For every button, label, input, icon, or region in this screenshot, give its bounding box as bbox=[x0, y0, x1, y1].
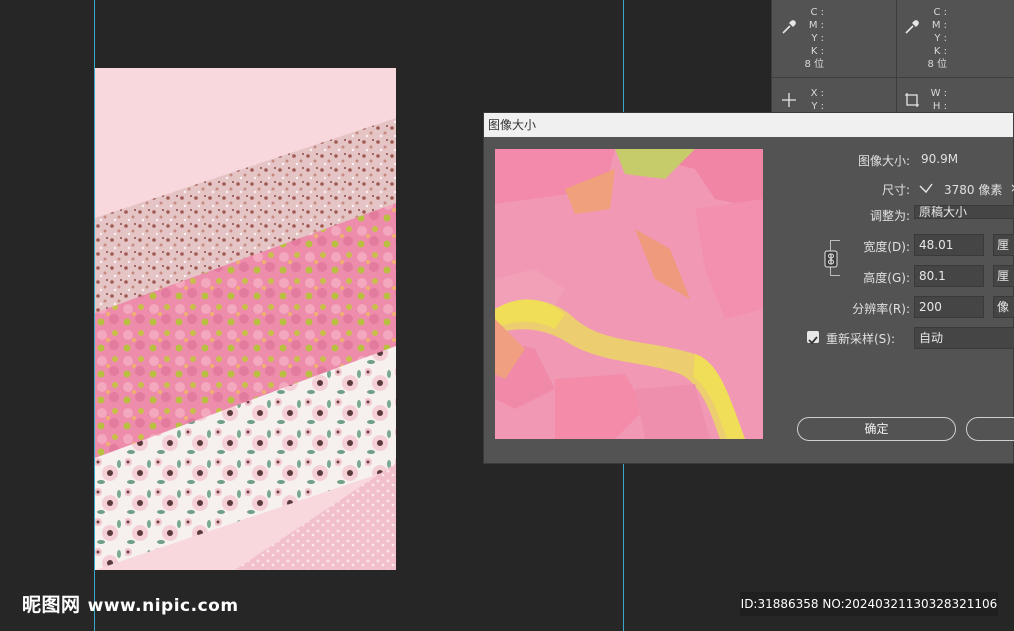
c-label: C : bbox=[810, 7, 824, 18]
cancel-button[interactable] bbox=[966, 417, 1014, 441]
bit-depth-label: 8 位 bbox=[804, 59, 824, 70]
bit-depth-label: 8 位 bbox=[927, 59, 947, 70]
fit-to-label: 调整为: bbox=[869, 209, 910, 223]
m-label: M : bbox=[808, 20, 824, 31]
image-size-value: 90.9M bbox=[921, 152, 959, 166]
w-label: W : bbox=[930, 88, 947, 99]
info-panel-divider bbox=[896, 0, 897, 112]
resolution-label: 分辨率(R): bbox=[852, 302, 910, 316]
eyedropper-icon[interactable] bbox=[780, 18, 798, 36]
canvas-artwork[interactable] bbox=[95, 68, 396, 570]
height-unit-select[interactable]: 厘 bbox=[993, 265, 1014, 287]
c-label: C : bbox=[933, 7, 947, 18]
site-watermark: 昵图网 www.nipic.com bbox=[22, 590, 239, 617]
site-url: www.nipic.com bbox=[87, 596, 239, 616]
cmyk-readout-left: C : M : Y : K : 8 位 bbox=[800, 6, 824, 71]
image-id-watermark: ID:31886358 NO:20240321130328321106 bbox=[740, 592, 998, 616]
dialog-title[interactable]: 图像大小 bbox=[484, 113, 1013, 137]
crosshair-icon bbox=[782, 93, 796, 107]
resample-select[interactable]: 自动 bbox=[914, 327, 1014, 349]
wh-readout: W : H : bbox=[923, 87, 947, 113]
dimensions-value: 3780 像素 bbox=[944, 183, 1003, 197]
artwork-image bbox=[95, 68, 396, 570]
info-panel: C : M : Y : K : 8 位 C : M : Y : K : 8 位 … bbox=[771, 0, 1014, 112]
height-input[interactable]: 80.1 bbox=[914, 265, 984, 287]
width-label: 宽度(D): bbox=[863, 240, 910, 254]
image-size-dialog: 图像大小 图像大小: 90.9M 尺寸: 3780 像素 × 调整为: 原稿大小 bbox=[483, 112, 1014, 464]
width-unit-select[interactable]: 厘 bbox=[993, 234, 1014, 256]
eyedropper-icon[interactable] bbox=[903, 18, 921, 36]
checkmark-icon bbox=[808, 336, 818, 345]
height-label: 高度(G): bbox=[863, 271, 910, 285]
y-label: Y : bbox=[934, 33, 947, 44]
width-input[interactable]: 48.01 bbox=[914, 234, 984, 256]
x-label: X : bbox=[810, 88, 824, 99]
y-label: Y : bbox=[811, 33, 824, 44]
ok-button[interactable]: 确定 bbox=[797, 417, 956, 441]
site-name: 昵图网 bbox=[22, 594, 81, 616]
xy-readout: X : Y : bbox=[800, 87, 824, 113]
dimensions-dropdown-icon[interactable] bbox=[917, 179, 935, 197]
image-size-label: 图像大小: bbox=[857, 154, 910, 168]
preview-image bbox=[495, 149, 763, 439]
k-label: K : bbox=[933, 46, 947, 57]
resample-label: 重新采样(S): bbox=[826, 332, 896, 346]
cmyk-readout-right: C : M : Y : K : 8 位 bbox=[923, 6, 947, 71]
resample-checkbox[interactable] bbox=[807, 331, 819, 345]
dimensions-label: 尺寸: bbox=[881, 183, 910, 197]
resolution-unit-select[interactable]: 像 bbox=[993, 296, 1014, 318]
dimensions-suffix: × bbox=[1010, 181, 1014, 195]
k-label: K : bbox=[810, 46, 824, 57]
info-panel-divider bbox=[772, 77, 1014, 78]
resolution-input[interactable]: 200 bbox=[914, 296, 984, 318]
fit-to-select[interactable]: 原稿大小 bbox=[914, 205, 1014, 219]
image-preview[interactable] bbox=[495, 149, 763, 439]
m-label: M : bbox=[931, 20, 947, 31]
selection-size-icon bbox=[905, 93, 919, 107]
